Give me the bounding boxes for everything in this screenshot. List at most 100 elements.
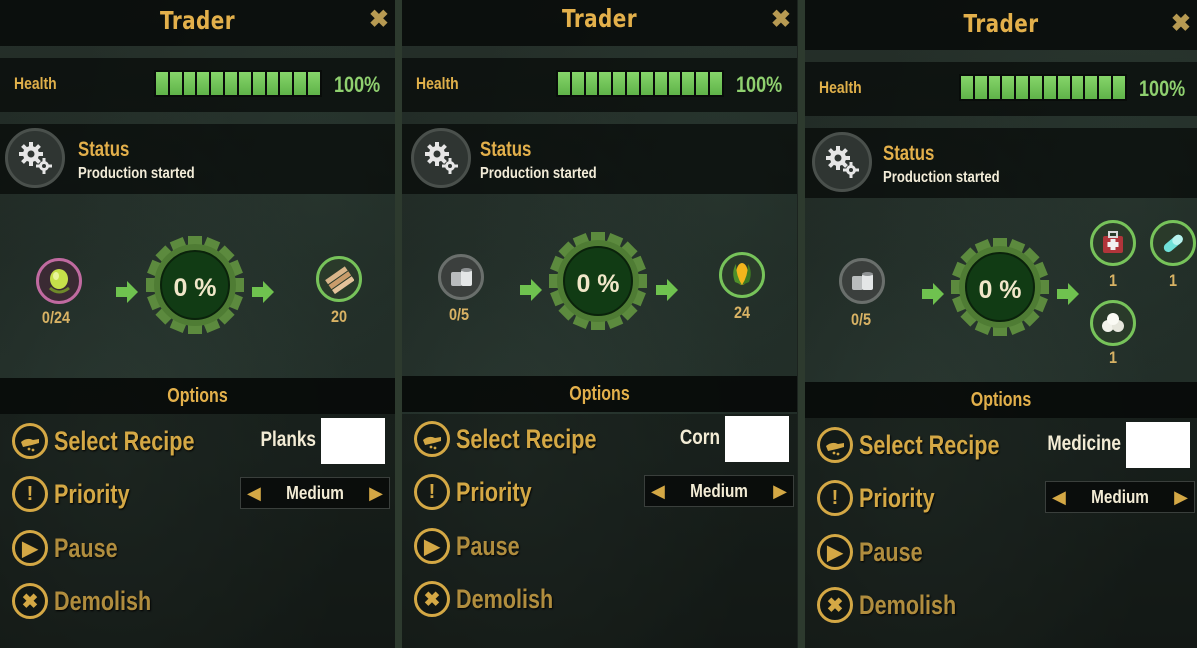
pause-label: Pause: [456, 530, 520, 561]
demolish-button[interactable]: ✖ Demolish: [12, 581, 176, 621]
recipe-name: Planks: [260, 428, 316, 451]
health-bar: [959, 74, 1127, 101]
recipe-slot[interactable]: [1126, 422, 1190, 468]
close-icon[interactable]: ✖: [771, 8, 791, 32]
options-title: Options: [167, 385, 228, 407]
input-count: 0/5: [448, 305, 470, 324]
planks-icon: [316, 256, 362, 302]
output-count: 1: [1168, 271, 1178, 290]
select-recipe-button[interactable]: Select Recipe: [414, 419, 632, 459]
output-count: 1: [1108, 271, 1118, 290]
progress-percent: 0 %: [173, 274, 217, 302]
medkit-icon: [1090, 220, 1136, 266]
hand-seeds-icon: [12, 423, 48, 459]
bandage-rolls-icon: [1090, 300, 1136, 346]
status-title: Status: [883, 142, 935, 165]
cans-icon: [839, 258, 885, 304]
priority-right-arrow[interactable]: ▶: [773, 481, 787, 502]
hand-seeds-icon: [817, 427, 853, 463]
arrow-right-icon: [116, 281, 138, 303]
progress-percent: 0 %: [978, 276, 1022, 304]
status-title: Status: [78, 138, 130, 161]
demolish-gear-icon: ✖: [414, 581, 450, 617]
health-value: 100%: [1139, 76, 1186, 101]
arrow-right-icon: [252, 281, 274, 303]
play-icon: ▶: [414, 528, 450, 564]
recipe-slot[interactable]: [725, 416, 789, 462]
select-recipe-label: Select Recipe: [456, 423, 597, 454]
select-recipe-label: Select Recipe: [54, 425, 195, 456]
priority-selector: ◀ Medium ▶: [644, 475, 794, 507]
priority-button[interactable]: ! Priority: [12, 474, 149, 514]
input-count: 0/24: [41, 308, 71, 327]
lime-icon: [36, 258, 82, 304]
priority-right-arrow[interactable]: ▶: [1174, 487, 1188, 508]
recipe-name: Medicine: [1047, 432, 1121, 455]
demolish-label: Demolish: [54, 585, 152, 616]
panel-divider: [798, 0, 805, 648]
priority-value: Medium: [1091, 486, 1149, 507]
panel-title: Trader: [562, 4, 637, 33]
priority-label: Priority: [859, 482, 935, 513]
priority-right-arrow[interactable]: ▶: [369, 483, 383, 504]
demolish-label: Demolish: [456, 583, 554, 614]
demolish-gear-icon: ✖: [12, 583, 48, 619]
panel-title: Trader: [160, 6, 235, 35]
priority-value: Medium: [286, 482, 344, 503]
cans-icon: [438, 254, 484, 300]
health-label: Health: [819, 78, 862, 97]
status-title: Status: [480, 138, 532, 161]
health-value: 100%: [334, 72, 381, 97]
close-icon[interactable]: ✖: [1171, 12, 1191, 36]
health-label: Health: [14, 74, 57, 93]
health-bar: [556, 70, 724, 97]
priority-left-arrow[interactable]: ◀: [651, 481, 665, 502]
play-icon: ▶: [817, 534, 853, 570]
priority-label: Priority: [456, 476, 532, 507]
input-count: 0/5: [850, 310, 872, 329]
trader-panel-medicine: Trader ✖ Health 100% Status Production s…: [805, 0, 1197, 648]
select-recipe-button[interactable]: Select Recipe: [817, 425, 1035, 465]
arrow-right-icon: [1057, 283, 1079, 305]
priority-selector: ◀ Medium ▶: [240, 477, 390, 509]
arrow-right-icon: [656, 279, 678, 301]
arrow-right-icon: [922, 283, 944, 305]
priority-left-arrow[interactable]: ◀: [247, 483, 261, 504]
gears-icon: [411, 128, 471, 188]
gears-icon: [812, 132, 872, 192]
priority-button[interactable]: ! Priority: [817, 478, 954, 518]
priority-value: Medium: [690, 480, 748, 501]
output-count: 1: [1108, 348, 1118, 367]
priority-selector: ◀ Medium ▶: [1045, 481, 1195, 513]
play-icon: ▶: [12, 530, 48, 566]
status-text: Production started: [78, 165, 195, 182]
recipe-name: Corn: [679, 426, 720, 449]
close-icon[interactable]: ✖: [369, 8, 389, 32]
exclamation-icon: !: [817, 480, 853, 516]
status-text: Production started: [480, 165, 597, 182]
hand-seeds-icon: [414, 421, 450, 457]
pause-button[interactable]: ▶ Pause: [414, 526, 536, 566]
exclamation-icon: !: [414, 474, 450, 510]
options-title: Options: [569, 383, 630, 405]
output-count: 20: [330, 307, 348, 326]
health-label: Health: [416, 74, 459, 93]
select-recipe-button[interactable]: Select Recipe: [12, 421, 230, 461]
demolish-gear-icon: ✖: [817, 587, 853, 623]
trader-panel-corn: Trader ✖ Health 100% Status Production s…: [402, 0, 797, 648]
pause-button[interactable]: ▶ Pause: [817, 532, 939, 572]
priority-label: Priority: [54, 478, 130, 509]
priority-left-arrow[interactable]: ◀: [1052, 487, 1066, 508]
trader-panel-planks: Trader ✖ Health 100% Status Production s…: [0, 0, 395, 648]
recipe-slot[interactable]: [321, 418, 385, 464]
corn-icon: [719, 252, 765, 298]
demolish-label: Demolish: [859, 589, 957, 620]
demolish-button[interactable]: ✖ Demolish: [414, 579, 578, 619]
exclamation-icon: !: [12, 476, 48, 512]
pause-button[interactable]: ▶ Pause: [12, 528, 134, 568]
priority-button[interactable]: ! Priority: [414, 472, 551, 512]
pills-icon: [1150, 220, 1196, 266]
status-text: Production started: [883, 169, 1000, 186]
demolish-button[interactable]: ✖ Demolish: [817, 585, 981, 625]
pause-label: Pause: [54, 532, 118, 563]
